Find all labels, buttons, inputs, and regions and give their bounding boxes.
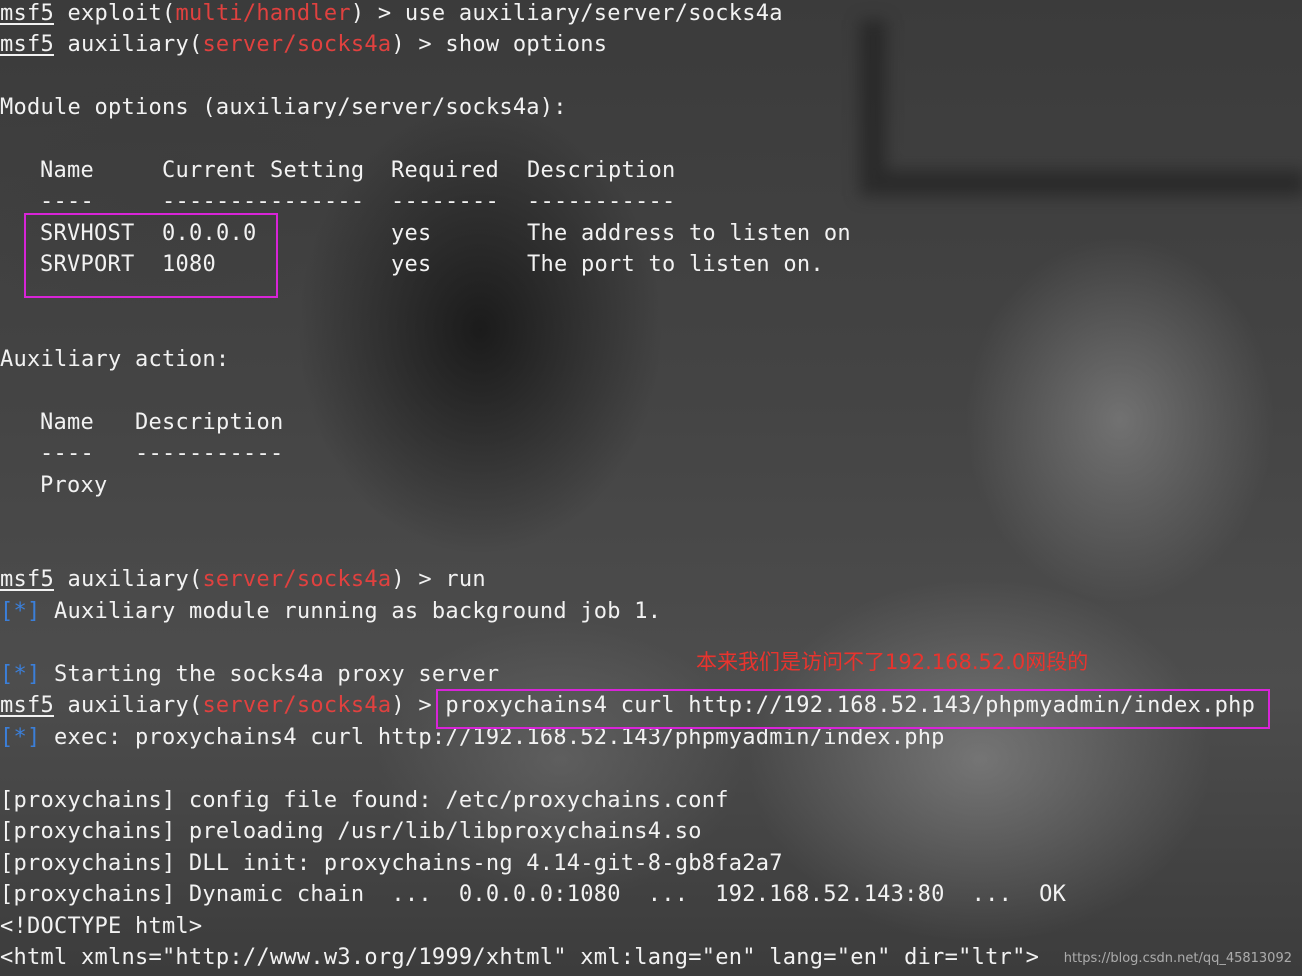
status-text: Starting the socks4a proxy server bbox=[54, 662, 500, 687]
auxiliary-action-header: Auxiliary action: bbox=[0, 347, 230, 372]
options-separator-setting: --------------- bbox=[162, 189, 365, 214]
annotation-note: 本来我们是访问不了192.168.52.0网段的 bbox=[696, 650, 1089, 674]
status-marker: [*] bbox=[0, 662, 41, 687]
msf-prompt: msf5 bbox=[0, 32, 54, 57]
command-text: ) > use auxiliary/server/socks4a bbox=[350, 1, 783, 26]
proxychains-output-line: [proxychains] preloading /usr/lib/libpro… bbox=[0, 819, 702, 844]
options-col-required-header: Required bbox=[391, 158, 499, 183]
proxychains-command-highlight-box bbox=[436, 689, 1270, 729]
proxychains-output-line: [proxychains] Dynamic chain ... 0.0.0.0:… bbox=[0, 882, 1067, 907]
command-text: ) > show options bbox=[391, 32, 608, 57]
option-srvhost-description: The address to listen on bbox=[527, 221, 851, 246]
watermark: https://blog.csdn.net/qq_45813092 bbox=[1063, 951, 1292, 966]
prompt-context-pre: auxiliary( bbox=[67, 567, 203, 592]
html-output-line: <!DOCTYPE html> bbox=[0, 914, 203, 939]
html-output-line: <html xmlns="http://www.w3.org/1999/xhtm… bbox=[0, 945, 1040, 970]
active-module-name: server/socks4a bbox=[202, 32, 392, 57]
action-col-description-header: Description bbox=[135, 410, 284, 435]
terminal-line-use-command: msf5 exploit(multi/handler) > use auxili… bbox=[0, 0, 783, 28]
status-line-background-job: [*] Auxiliary module running as backgrou… bbox=[0, 598, 661, 626]
action-row-proxy-name: Proxy bbox=[40, 473, 108, 498]
module-options-header: Module options (auxiliary/server/socks4a… bbox=[0, 95, 567, 120]
msf-prompt: msf5 bbox=[0, 1, 54, 26]
status-text: Auxiliary module running as background j… bbox=[54, 599, 662, 624]
action-col-name-header: Name bbox=[40, 410, 94, 435]
options-separator-description: ----------- bbox=[527, 189, 676, 214]
status-marker: [*] bbox=[0, 725, 41, 750]
proxychains-output-line: [proxychains] config file found: /etc/pr… bbox=[0, 788, 729, 813]
options-col-setting-header: Current Setting bbox=[162, 158, 365, 183]
prompt-context-pre: auxiliary( bbox=[67, 32, 203, 57]
options-col-name-header: Name bbox=[40, 158, 94, 183]
active-module-name: server/socks4a bbox=[202, 693, 392, 718]
option-srvport-required: yes bbox=[391, 252, 432, 277]
options-col-description-header: Description bbox=[527, 158, 676, 183]
prompt-context-pre: exploit( bbox=[67, 1, 176, 26]
options-separator-name: ---- bbox=[40, 189, 94, 214]
prompt-context-pre: auxiliary( bbox=[67, 693, 203, 718]
status-line-starting-proxy: [*] Starting the socks4a proxy server bbox=[0, 661, 499, 689]
active-module-name: server/socks4a bbox=[202, 567, 392, 592]
action-separator-name: ---- bbox=[40, 441, 94, 466]
command-text: ) > run bbox=[391, 567, 486, 592]
terminal-line-run: msf5 auxiliary(server/socks4a) > run bbox=[0, 566, 486, 594]
msf-prompt: msf5 bbox=[0, 567, 54, 592]
options-separator-required: -------- bbox=[391, 189, 499, 214]
terminal-line-show-options: msf5 auxiliary(server/socks4a) > show op… bbox=[0, 31, 607, 59]
status-marker: [*] bbox=[0, 599, 41, 624]
active-module-name: multi/handler bbox=[175, 1, 351, 26]
action-separator-description: ----------- bbox=[135, 441, 284, 466]
option-srvhost-required: yes bbox=[391, 221, 432, 246]
proxychains-output-line: [proxychains] DLL init: proxychains-ng 4… bbox=[0, 851, 783, 876]
terminal-window[interactable]: msf5 exploit(multi/handler) > use auxili… bbox=[0, 0, 1302, 976]
msf-prompt: msf5 bbox=[0, 693, 54, 718]
srv-options-highlight-box bbox=[24, 213, 278, 298]
option-srvport-description: The port to listen on. bbox=[527, 252, 824, 277]
